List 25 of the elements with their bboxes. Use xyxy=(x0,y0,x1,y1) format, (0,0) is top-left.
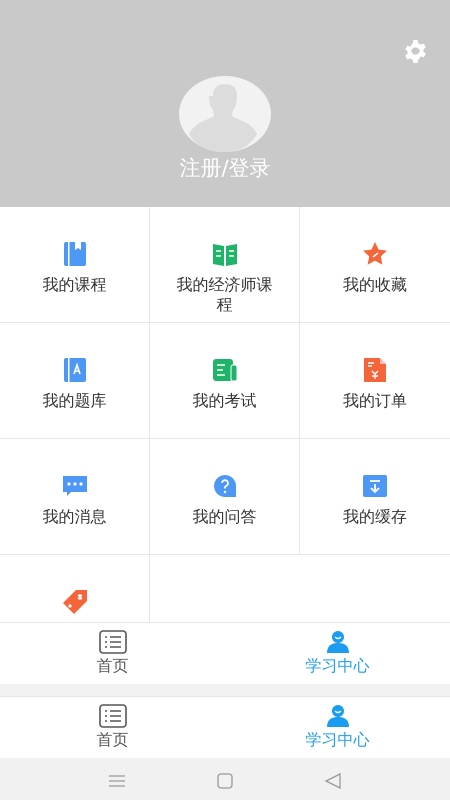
menu-item[interactable]: 我的考试 xyxy=(150,323,300,439)
list-icon xyxy=(98,704,126,728)
tag-icon xyxy=(62,589,88,615)
chat-bubble-icon xyxy=(62,473,88,499)
nav-tab[interactable]: 首页 xyxy=(0,623,225,684)
download-icon xyxy=(362,473,388,499)
home-icon[interactable] xyxy=(216,772,234,788)
list-icon xyxy=(98,630,126,654)
menu-item[interactable]: 我的问答 xyxy=(150,439,300,555)
settings-icon[interactable] xyxy=(403,39,428,64)
yen-document-icon xyxy=(362,357,388,383)
letter-book-icon xyxy=(62,357,88,383)
notebook-icon xyxy=(212,357,238,383)
menu-icon[interactable] xyxy=(108,772,126,788)
menu-item[interactable]: 我的题库 xyxy=(0,323,150,439)
nav-tab[interactable]: 首页 xyxy=(0,697,225,758)
star-icon xyxy=(362,241,388,267)
menu-item[interactable]: 我的课程 xyxy=(0,207,150,323)
menu-item[interactable]: 我的经济师课程 xyxy=(150,207,300,323)
menu-item[interactable]: 我的消息 xyxy=(0,439,150,555)
avatar-icon[interactable] xyxy=(179,76,271,152)
bookmark-book-icon xyxy=(62,241,88,267)
back-icon[interactable] xyxy=(324,772,342,788)
question-bubble-icon xyxy=(212,473,238,499)
open-book-icon xyxy=(212,241,238,267)
